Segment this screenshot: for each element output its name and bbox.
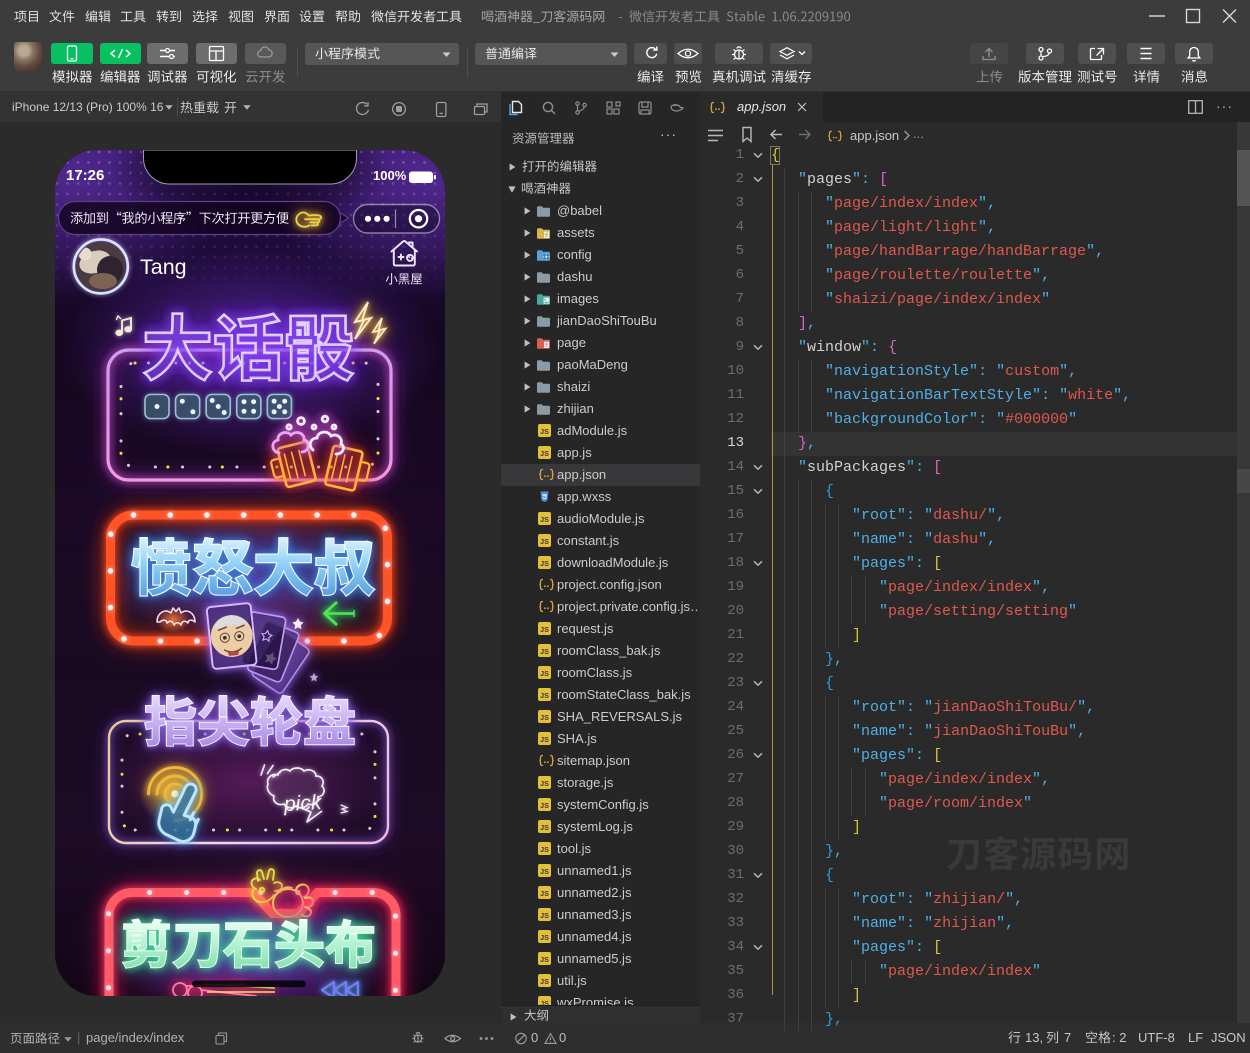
svg-text:JS: JS bbox=[540, 911, 549, 920]
svg-text:JS: JS bbox=[540, 449, 549, 458]
svg-text:JS: JS bbox=[540, 801, 549, 810]
svg-text:JS: JS bbox=[540, 669, 549, 678]
svg-text:JS: JS bbox=[540, 955, 549, 964]
svg-text:pick: pick bbox=[282, 791, 323, 816]
svg-text:JS: JS bbox=[540, 889, 549, 898]
svg-text:JS: JS bbox=[540, 515, 549, 524]
svg-text:JS: JS bbox=[540, 845, 549, 854]
svg-text:JS: JS bbox=[540, 735, 549, 744]
svg-text:JS: JS bbox=[540, 427, 549, 436]
svg-text:JS: JS bbox=[540, 625, 549, 634]
svg-text:100%: 100% bbox=[373, 168, 407, 183]
svg-text:17:26: 17:26 bbox=[66, 167, 104, 184]
svg-text:JS: JS bbox=[540, 537, 549, 546]
svg-text:JS: JS bbox=[540, 559, 549, 568]
svg-text:JS: JS bbox=[540, 779, 549, 788]
svg-text:JS: JS bbox=[540, 713, 549, 722]
svg-text:JS: JS bbox=[540, 691, 549, 700]
svg-text:JS: JS bbox=[540, 977, 549, 986]
svg-text:JS: JS bbox=[540, 823, 549, 832]
svg-text:JS: JS bbox=[540, 647, 549, 656]
svg-text:Tang: Tang bbox=[140, 255, 187, 279]
svg-text:JS: JS bbox=[540, 867, 549, 876]
svg-text:JS: JS bbox=[540, 933, 549, 942]
